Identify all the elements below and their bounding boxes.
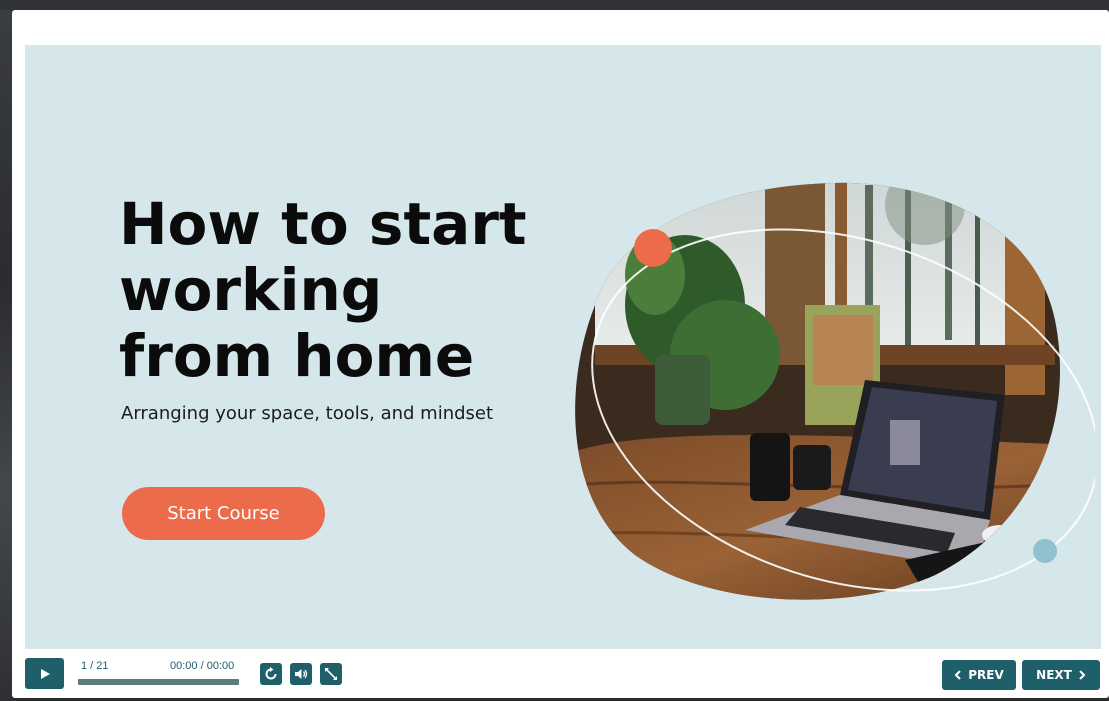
next-label: NEXT: [1036, 668, 1072, 682]
course-player: How to start working from home Arranging…: [12, 10, 1109, 698]
play-icon: [40, 668, 50, 679]
headline-line-2: working: [119, 256, 383, 324]
prev-label: PREV: [968, 668, 1004, 682]
photo-clip: [575, 182, 1060, 600]
desktop-background-top: [0, 0, 1109, 10]
chevron-left-icon: [954, 670, 961, 680]
volume-icon: [295, 669, 308, 679]
seek-bar[interactable]: [78, 679, 239, 685]
volume-button[interactable]: [290, 663, 312, 685]
time-display: 00:00 / 00:00: [170, 660, 235, 672]
start-course-button[interactable]: Start Course: [122, 487, 325, 540]
desktop-background-left: [0, 0, 12, 701]
replay-button[interactable]: [260, 663, 282, 685]
slide-subtitle: Arranging your space, tools, and mindset: [121, 403, 494, 424]
next-button[interactable]: NEXT: [1022, 660, 1100, 690]
slide-counter: 1 / 21: [81, 660, 109, 672]
headline-line-3: from home: [119, 322, 475, 390]
fullscreen-icon: [325, 668, 337, 680]
fullscreen-button[interactable]: [320, 663, 342, 685]
play-button[interactable]: [25, 658, 64, 689]
player-controls: 1 / 21 00:00 / 00:00 PREV NEXT: [25, 658, 1101, 694]
replay-icon: [265, 667, 277, 680]
orange-dot: [634, 229, 672, 267]
chevron-right-icon: [1079, 670, 1086, 680]
slide-headline: How to start working from home: [119, 191, 527, 389]
blue-dot: [1033, 539, 1057, 563]
prev-button[interactable]: PREV: [942, 660, 1016, 690]
slide-canvas: How to start working from home Arranging…: [25, 45, 1101, 649]
headline-line-1: How to start: [119, 190, 527, 258]
workspace-illustration: [575, 182, 1095, 600]
